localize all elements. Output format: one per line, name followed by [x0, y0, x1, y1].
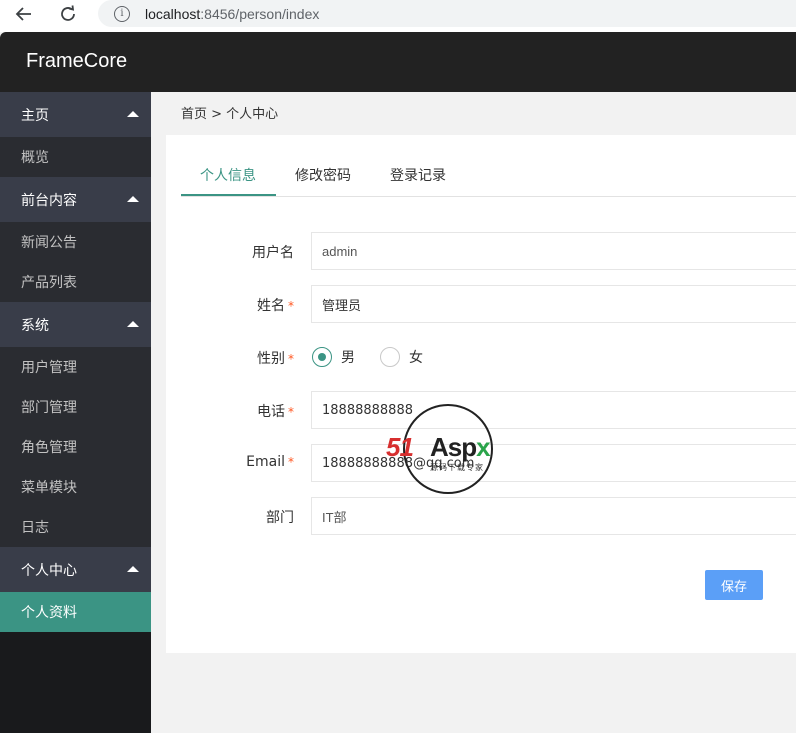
watermark-brand-dark: Asp — [430, 432, 477, 462]
sidebar: 主页 概览 前台内容 新闻公告 产品列表 系统 用户管理 部门管理 角色管理 菜… — [0, 92, 151, 733]
sidebar-group-personal[interactable]: 个人中心 — [0, 547, 151, 592]
sidebar-item-overview[interactable]: 概览 — [0, 137, 151, 177]
sidebar-group-system[interactable]: 系统 — [0, 302, 151, 347]
sidebar-item-products[interactable]: 产品列表 — [0, 262, 151, 302]
app-frame: FrameCore 主页 概览 前台内容 新闻公告 产品列表 系统 用户管理 部… — [0, 32, 796, 733]
gender-label: 性别 * — [257, 348, 294, 368]
app-title: FrameCore — [26, 50, 128, 72]
required-mark: * — [288, 405, 294, 419]
top-header: FrameCore — [0, 32, 796, 92]
watermark-brand-red: 51 — [386, 432, 414, 462]
sidebar-item-menus[interactable]: 菜单模块 — [0, 467, 151, 507]
sidebar-group-home[interactable]: 主页 — [0, 92, 151, 137]
name-field[interactable]: 管理员 — [311, 285, 796, 323]
back-button[interactable] — [10, 2, 38, 26]
reload-button[interactable] — [54, 2, 82, 26]
profile-card: 个人信息 修改密码 登录记录 用户名 admin 姓名* 管理员 性别* 男 — [166, 135, 796, 653]
gender-male-radio[interactable] — [312, 347, 332, 367]
department-label-text: 部门 — [266, 510, 294, 526]
department-label: 部门 — [266, 507, 294, 527]
sidebar-item-profile[interactable]: 个人资料 — [0, 592, 151, 632]
name-label-text: 姓名 — [257, 298, 285, 314]
url-text: localhost:8456/person/index — [145, 6, 319, 22]
caret-up-icon — [127, 321, 139, 327]
watermark-brand-green: x — [476, 432, 491, 462]
caret-up-icon — [127, 111, 139, 117]
required-mark: * — [288, 352, 294, 366]
department-field[interactable]: IT部 — [311, 497, 796, 535]
sidebar-group-label: 个人中心 — [21, 562, 77, 579]
username-field[interactable]: admin — [311, 232, 796, 270]
sidebar-item-roles[interactable]: 角色管理 — [0, 427, 151, 467]
email-field[interactable]: 18888888888@qq.com — [311, 444, 796, 482]
sidebar-item-users[interactable]: 用户管理 — [0, 347, 151, 387]
username-label-text: 用户名 — [252, 245, 294, 261]
phone-label: 电话 * — [257, 401, 294, 421]
gender-label-text: 性别 — [257, 351, 285, 367]
sidebar-item-news[interactable]: 新闻公告 — [0, 222, 151, 262]
sidebar-group-frontend[interactable]: 前台内容 — [0, 177, 151, 222]
back-arrow-icon — [15, 7, 31, 21]
gender-female-radio[interactable] — [380, 347, 400, 367]
sidebar-item-departments[interactable]: 部门管理 — [0, 387, 151, 427]
watermark-logo: 51 Aspx 源码下载专家 — [386, 404, 512, 494]
phone-label-text: 电话 — [257, 404, 285, 420]
tab-login-history[interactable]: 登录记录 — [390, 165, 446, 185]
gender-female-label[interactable]: 女 — [409, 347, 423, 367]
sidebar-item-logs[interactable]: 日志 — [0, 507, 151, 547]
info-icon[interactable]: i — [114, 5, 130, 22]
tab-personal-info[interactable]: 个人信息 — [200, 165, 256, 185]
required-mark: * — [288, 455, 294, 469]
phone-field[interactable]: 18888888888 — [311, 391, 796, 429]
name-label: 姓名 * — [257, 295, 294, 315]
caret-up-icon — [127, 566, 139, 572]
watermark-brand: Aspx — [430, 432, 491, 463]
reload-icon — [61, 5, 75, 21]
username-label: 用户名 — [252, 242, 294, 262]
caret-up-icon — [127, 196, 139, 202]
tab-bar: 个人信息 修改密码 登录记录 — [181, 135, 796, 197]
save-button[interactable]: 保存 — [705, 570, 763, 600]
sidebar-group-label: 前台内容 — [21, 192, 77, 209]
email-label-text: Email — [246, 454, 285, 470]
email-label: Email * — [246, 454, 294, 470]
watermark-tagline: 源码下载专家 — [430, 463, 484, 472]
breadcrumb: 首页 > 个人中心 — [181, 107, 279, 122]
browser-toolbar: i localhost:8456/person/index — [0, 0, 796, 32]
gender-male-label[interactable]: 男 — [341, 347, 355, 367]
sidebar-group-label: 主页 — [21, 107, 49, 124]
url-host: localhost — [145, 5, 201, 22]
tab-change-password[interactable]: 修改密码 — [295, 165, 351, 185]
address-bar[interactable]: i localhost:8456/person/index — [98, 0, 796, 27]
required-mark: * — [288, 299, 294, 313]
url-path: :8456/person/index — [200, 5, 320, 22]
active-tab-indicator — [181, 194, 276, 196]
sidebar-group-label: 系统 — [21, 317, 49, 334]
